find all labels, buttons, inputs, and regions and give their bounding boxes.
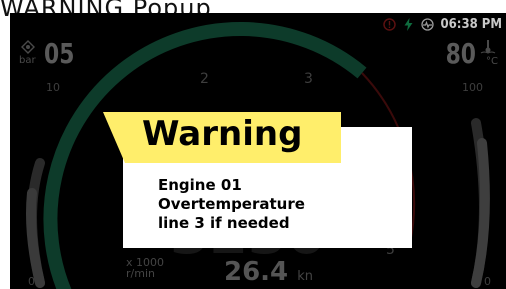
speed-value: 26.4 xyxy=(224,257,289,287)
rpm-tick-3: 3 xyxy=(304,71,313,87)
rpm-tick-2: 2 xyxy=(200,71,209,87)
popup-message-line-2: Overtemperature xyxy=(158,195,305,213)
dashboard-screen: 3230 06:38 PM bar 05 10 0 80 °C 100 0 2 … xyxy=(10,13,506,289)
coolant-temp-unit: °C xyxy=(486,56,498,67)
rpm-unit-label: r/min xyxy=(126,267,155,280)
clock-time: 06:38 PM xyxy=(440,17,502,32)
coolant-temp-value: 80 xyxy=(445,37,476,70)
warning-popup[interactable]: Engine 01 Overtemperature line 3 if need… xyxy=(103,112,412,260)
speed-readout: 26.4 kn xyxy=(224,257,313,287)
left-gauge-max-label: 10 xyxy=(46,81,60,94)
left-bar-fill xyxy=(26,188,45,288)
alert-icon xyxy=(383,18,397,31)
popup-message: Engine 01 Overtemperature line 3 if need… xyxy=(158,176,305,233)
left-gauge-min-label: 0 xyxy=(28,275,35,288)
popup-title: Warning xyxy=(142,114,303,154)
popup-message-line-3: line 3 if needed xyxy=(158,214,290,232)
right-gauge-max-label: 100 xyxy=(462,81,483,94)
status-bar: 06:38 PM xyxy=(383,17,502,32)
lightning-icon xyxy=(402,18,415,31)
speed-unit: kn xyxy=(297,269,314,284)
oil-pressure-value: 05 xyxy=(44,37,75,70)
rpm-unit: x 1000 r/min xyxy=(126,257,164,279)
heartbeat-icon xyxy=(421,18,435,31)
right-gauge-min-label: 0 xyxy=(484,275,491,288)
oil-pressure-unit: bar xyxy=(19,55,36,66)
popup-message-line-1: Engine 01 xyxy=(158,176,242,194)
coolant-temp-metric: 80 °C xyxy=(432,37,502,79)
